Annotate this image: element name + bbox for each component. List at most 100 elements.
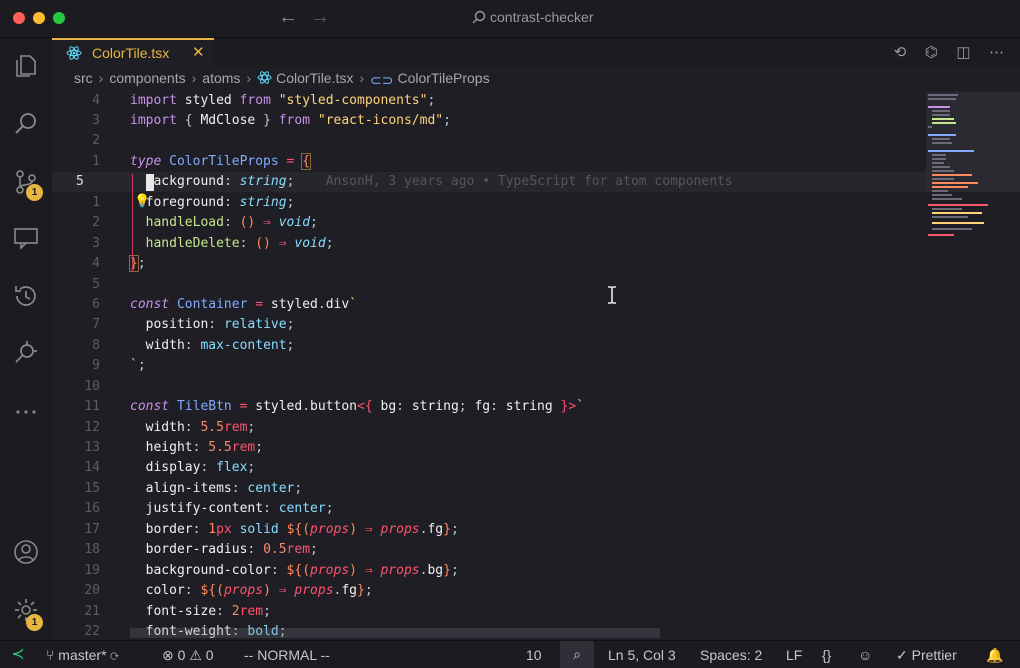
breadcrumb-item[interactable]: ColorTileProps	[398, 70, 490, 86]
tab-label: ColorTile.tsx	[92, 45, 169, 61]
react-icon	[66, 45, 82, 61]
line-number: 1	[52, 193, 100, 213]
chevron-right-icon: ›	[359, 70, 364, 86]
line-number: 17	[52, 520, 100, 540]
close-icon[interactable]: ✕	[192, 43, 205, 61]
minimize-window-button[interactable]	[33, 12, 45, 24]
notifications-bell-icon[interactable]: 🔔	[986, 647, 1003, 664]
open-changes-icon[interactable]: ⟲	[894, 43, 907, 61]
comments-icon[interactable]	[12, 224, 40, 252]
remote-indicator-icon[interactable]: ≺	[0, 641, 36, 668]
prettier-status[interactable]: ✓ Prettier	[896, 647, 957, 664]
git-graph-icon[interactable]: ⌬	[925, 43, 938, 61]
explorer-icon[interactable]	[12, 52, 40, 80]
search-icon	[472, 10, 486, 24]
tab-colortile[interactable]: ColorTile.tsx ✕	[52, 38, 214, 66]
line-number: 4	[52, 91, 100, 111]
warning-count: 0	[206, 647, 214, 663]
zoom-icon[interactable]: ⌕	[560, 641, 594, 668]
line-number: 12	[52, 418, 100, 438]
indentation[interactable]: Spaces: 2	[700, 647, 762, 663]
line-number: 5	[52, 275, 100, 295]
code-line: 5	[52, 275, 932, 295]
error-count: 0	[178, 647, 186, 663]
text-cursor	[146, 174, 154, 191]
lightbulb-icon[interactable]: 💡	[134, 193, 150, 209]
code-line: 11const TileBtn = styled.button<{ bg: st…	[52, 397, 932, 417]
code-line: 2 handleLoad: () ⇒ void;	[52, 213, 932, 233]
code-line: 9`;	[52, 356, 932, 376]
line-number: 13	[52, 438, 100, 458]
back-arrow-icon[interactable]: ←	[278, 6, 298, 29]
react-icon	[257, 70, 272, 85]
code-line: 1type ColorTileProps = {	[52, 152, 932, 172]
breadcrumb-item[interactable]: components	[109, 70, 185, 86]
line-number: 1	[52, 152, 100, 172]
code-line-current: 5 background: string; AnsonH, 3 years ag…	[52, 172, 926, 192]
code-line: 21 font-size: 2rem;	[52, 602, 932, 622]
line-number: 9	[52, 356, 100, 376]
line-number: 3	[52, 111, 100, 131]
close-window-button[interactable]	[13, 12, 25, 24]
check-icon: ✓	[896, 647, 912, 663]
line-number-current: 5	[76, 172, 124, 192]
cursor-position[interactable]: Ln 5, Col 3	[608, 647, 676, 663]
sync-icon[interactable]: ⟳	[110, 647, 118, 663]
line-number: 16	[52, 499, 100, 519]
timeline-icon[interactable]	[12, 282, 40, 310]
code-line: 1 foreground: string;	[52, 193, 932, 213]
more-icon[interactable]	[12, 398, 40, 426]
line-number: 11	[52, 397, 100, 417]
editor-actions: ⟲ ⌬ ◫ ⋯	[880, 43, 1004, 62]
command-center[interactable]: contrast-checker	[472, 9, 593, 25]
code-line: 20 color: ${(props) ⇒ props.fg};	[52, 581, 932, 601]
git-branch-icon: ⑂	[46, 647, 58, 663]
code-line: 4import styled from "styled-components";	[52, 91, 932, 111]
line-number: 18	[52, 540, 100, 560]
title-bar: ← → contrast-checker	[0, 0, 1020, 38]
code-line: 4};	[52, 254, 932, 274]
end-of-line[interactable]: LF	[786, 647, 802, 663]
code-line: 10	[52, 377, 932, 397]
error-icon: ⊗	[162, 647, 174, 663]
line-count[interactable]: 10	[526, 647, 542, 663]
code-editor[interactable]: 4import styled from "styled-components";…	[52, 90, 1020, 640]
breadcrumb-item[interactable]: src	[74, 70, 93, 86]
settings-badge: 1	[26, 614, 43, 631]
run-debug-icon[interactable]	[12, 338, 40, 366]
vim-mode: -- NORMAL --	[244, 647, 330, 663]
code-line: 6const Container = styled.div`	[52, 295, 932, 315]
chevron-right-icon: ›	[246, 70, 251, 86]
line-number: 15	[52, 479, 100, 499]
symbol-interface-icon: ⊂⊃	[370, 72, 393, 88]
breadcrumb: src›components›atoms›ColorTile.tsx›⊂⊃Col…	[74, 70, 490, 89]
text-cursor-ibeam-icon	[606, 286, 618, 304]
status-bar: ≺ ⑂ master* ⟳ ⊗ 0 ⚠ 0 -- NORMAL -- 10 ⌕ …	[0, 640, 1020, 668]
breadcrumb-item[interactable]: atoms	[202, 70, 240, 86]
branch-name: master*	[58, 647, 106, 663]
language-mode[interactable]: {}	[822, 647, 831, 663]
line-number: 7	[52, 315, 100, 335]
more-actions-icon[interactable]: ⋯	[989, 43, 1004, 61]
horizontal-scrollbar[interactable]	[130, 628, 660, 638]
warning-icon: ⚠	[189, 647, 202, 663]
code-line: 12 width: 5.5rem;	[52, 418, 932, 438]
copilot-icon[interactable]: ☺	[858, 647, 872, 663]
code-line: 17 border: 1px solid ${(props) ⇒ props.f…	[52, 520, 932, 540]
minimap[interactable]	[926, 92, 1006, 252]
account-icon[interactable]	[12, 538, 40, 566]
breadcrumb-item[interactable]: ColorTile.tsx	[276, 70, 353, 86]
forward-arrow-icon[interactable]: →	[310, 6, 330, 29]
maximize-window-button[interactable]	[53, 12, 65, 24]
branch-indicator[interactable]: ⑂ master* ⟳	[46, 647, 119, 663]
line-number: 14	[52, 458, 100, 478]
code-line: 13 height: 5.5rem;	[52, 438, 932, 458]
code-line: 7 position: relative;	[52, 315, 932, 335]
source-control-badge: 1	[26, 184, 43, 201]
line-number: 2	[52, 131, 100, 151]
code-line: 15 align-items: center;	[52, 479, 932, 499]
split-editor-icon[interactable]: ◫	[956, 43, 970, 61]
command-center-label: contrast-checker	[490, 9, 593, 25]
problems-indicator[interactable]: ⊗ 0 ⚠ 0	[162, 647, 214, 664]
search-icon[interactable]	[12, 110, 40, 138]
